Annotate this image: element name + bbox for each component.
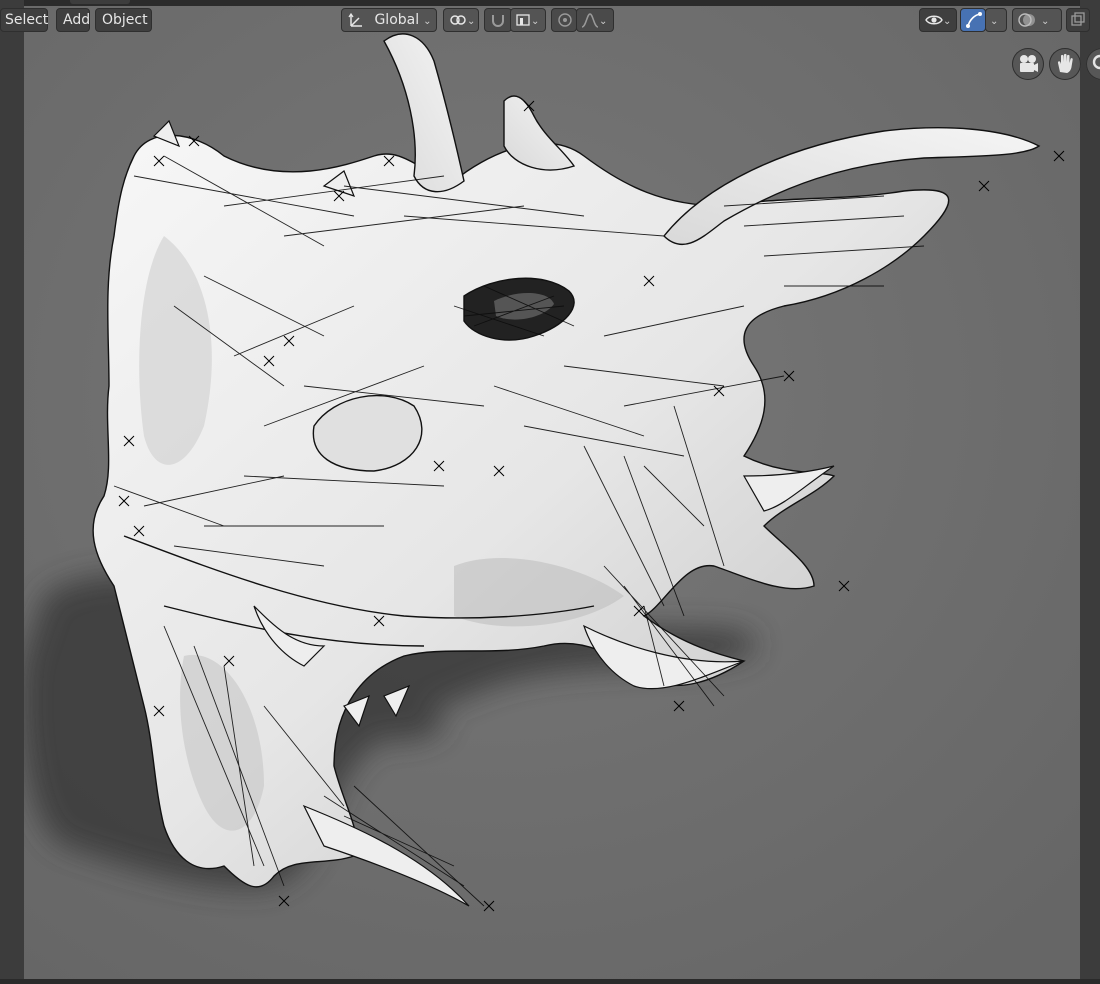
camera-view-button[interactable] <box>1012 48 1044 80</box>
gizmo-toggle[interactable] <box>960 8 986 32</box>
snap-target-dropdown[interactable]: ⌄ <box>510 8 546 32</box>
overlays-icon <box>1018 13 1035 27</box>
bottom-region-edge <box>0 979 1100 984</box>
add-menu-label: Add <box>63 12 91 28</box>
chevron-down-icon: ⌄ <box>1041 16 1050 27</box>
snap-increment-icon <box>516 14 530 26</box>
chevron-down-icon: ⌄ <box>599 16 608 27</box>
chevron-down-icon: ⌄ <box>990 16 999 27</box>
workspace-tab[interactable] <box>70 0 130 4</box>
add-menu[interactable]: Add <box>56 8 90 32</box>
object-menu[interactable]: Object <box>95 8 152 32</box>
gizmo-icon <box>966 12 982 28</box>
selectability-visibility-dropdown[interactable]: ⌄ <box>919 8 957 32</box>
left-region-edge <box>0 0 25 984</box>
visibility-eye-icon <box>925 15 943 25</box>
pan-view-button[interactable] <box>1049 48 1081 80</box>
pivot-point-dropdown[interactable]: ⌄ <box>443 8 479 32</box>
chevron-down-icon: ⌄ <box>943 16 952 27</box>
viewport-header: Select Add Object Global ⌄ ⌄ ⌄ ⌄ ⌄ ⌄ ⌄ <box>0 8 1100 36</box>
chevron-down-icon: ⌄ <box>531 16 540 27</box>
object-menu-label: Object <box>102 12 148 28</box>
xray-icon <box>1071 12 1085 26</box>
camera-view-icon <box>1020 55 1038 72</box>
falloff-curve-icon <box>581 13 599 28</box>
gizmo-dropdown[interactable]: ⌄ <box>985 8 1007 32</box>
xray-toggle[interactable] <box>1066 8 1090 32</box>
pan-hand-icon <box>1057 53 1073 73</box>
sculpt-model-render <box>24 6 1080 979</box>
chevron-down-icon: ⌄ <box>467 16 476 27</box>
transform-orientation-value: Global <box>374 12 420 28</box>
proportional-falloff-dropdown[interactable]: ⌄ <box>576 8 614 32</box>
proportional-edit-icon <box>558 13 572 27</box>
orientation-icon <box>348 12 362 27</box>
snap-magnet-icon <box>492 15 504 27</box>
proportional-edit-toggle[interactable] <box>551 8 577 32</box>
chevron-down-icon: ⌄ <box>423 16 432 27</box>
pivot-link-icon <box>450 15 466 25</box>
select-menu-label: Select <box>5 12 49 28</box>
3d-viewport[interactable] <box>24 6 1080 979</box>
right-region-edge <box>1079 0 1100 984</box>
snap-toggle[interactable] <box>484 8 512 32</box>
zoom-view-button[interactable] <box>1086 48 1100 80</box>
select-menu[interactable]: Select <box>0 8 48 32</box>
transform-orientation-dropdown[interactable]: Global ⌄ <box>341 8 437 32</box>
overlays-dropdown[interactable]: ⌄ <box>1012 8 1062 32</box>
zoom-magnifier-icon <box>1092 54 1100 70</box>
